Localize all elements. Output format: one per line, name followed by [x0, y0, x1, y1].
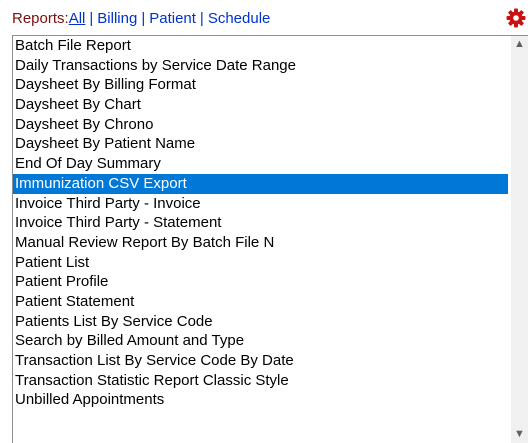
report-list-item[interactable]: Search by Billed Amount and Type [13, 331, 508, 351]
report-list-item[interactable]: Batch File Report [13, 36, 508, 56]
report-filter-bar: Reports:All | Billing | Patient | Schedule [12, 8, 270, 30]
filter-all-link[interactable]: All [69, 10, 86, 27]
report-list-item[interactable]: Patient Profile [13, 272, 508, 292]
filter-separator: | [89, 10, 94, 27]
report-list-item[interactable]: Patients List By Service Code [13, 312, 508, 332]
gear-icon[interactable] [506, 8, 526, 28]
report-list-item[interactable]: Daysheet By Chart [13, 95, 508, 115]
report-list-item[interactable]: Daysheet By Chrono [13, 115, 508, 135]
reports-panel: Reports:All | Billing | Patient | Schedule Bat… [0, 0, 528, 443]
report-listbox[interactable]: Batch File Report Daily Transactions by S… [12, 35, 528, 443]
scroll-up-icon[interactable]: ▲ [511, 36, 528, 53]
report-list-item[interactable]: Daysheet By Billing Format [13, 75, 508, 95]
filter-separator: | [141, 10, 146, 27]
vertical-scrollbar[interactable]: ▲ ▼ [511, 36, 528, 443]
report-list-item[interactable]: Invoice Third Party - Invoice [13, 194, 508, 214]
filter-separator: | [199, 10, 204, 27]
report-list-item[interactable]: Manual Review Report By Batch File N [13, 233, 508, 253]
report-list-item[interactable]: End Of Day Summary [13, 154, 508, 174]
scroll-down-icon[interactable]: ▼ [511, 426, 528, 443]
report-list-item[interactable]: Invoice Third Party - Statement [13, 213, 508, 233]
report-list-item[interactable]: Patient List [13, 253, 508, 273]
filter-patient-link[interactable]: Patient [149, 10, 196, 27]
report-list-item[interactable]: Unbilled Appointments [13, 390, 508, 410]
filter-billing-link[interactable]: Billing [97, 10, 137, 27]
report-list-item[interactable]: Immunization CSV Export [13, 173, 508, 194]
report-list-item[interactable]: Transaction Statistic Report Classic Sty… [13, 371, 508, 391]
report-list-item[interactable]: Daysheet By Patient Name [13, 134, 508, 154]
report-items: Batch File Report Daily Transactions by S… [13, 36, 508, 410]
report-list-item[interactable]: Transaction List By Service Code By Date [13, 351, 508, 371]
reports-label: Reports: [12, 10, 69, 27]
report-list-item[interactable]: Patient Statement [13, 292, 508, 312]
filter-schedule-link[interactable]: Schedule [208, 10, 271, 27]
report-list-item[interactable]: Daily Transactions by Service Date Range [13, 56, 508, 76]
